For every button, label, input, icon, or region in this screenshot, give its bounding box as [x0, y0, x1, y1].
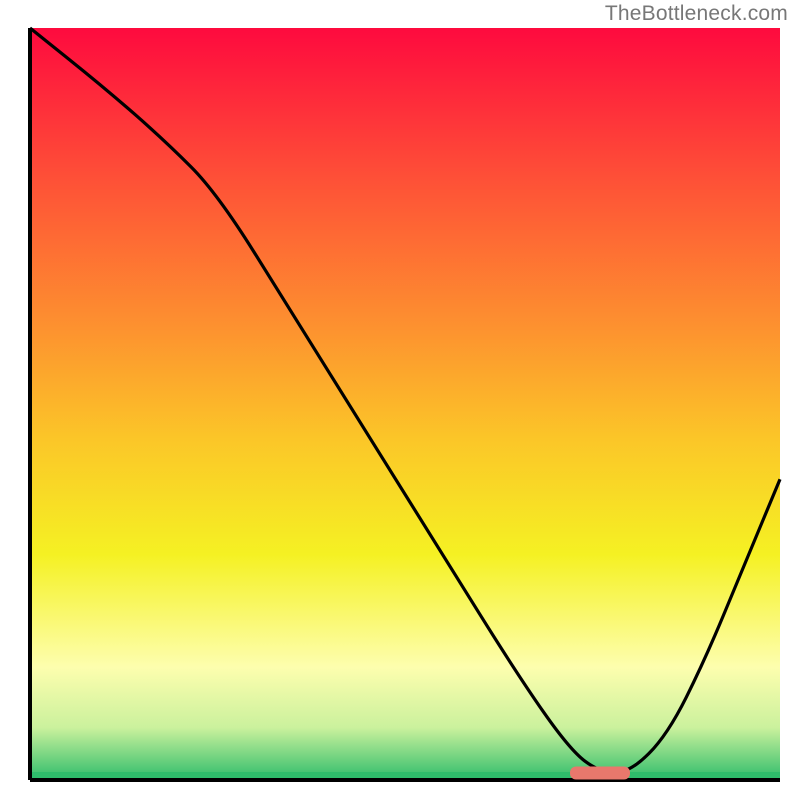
optimal-marker: [570, 766, 630, 779]
plot-background: [30, 28, 780, 780]
watermark-label: TheBottleneck.com: [605, 2, 788, 26]
bottleneck-chart: [0, 0, 800, 800]
